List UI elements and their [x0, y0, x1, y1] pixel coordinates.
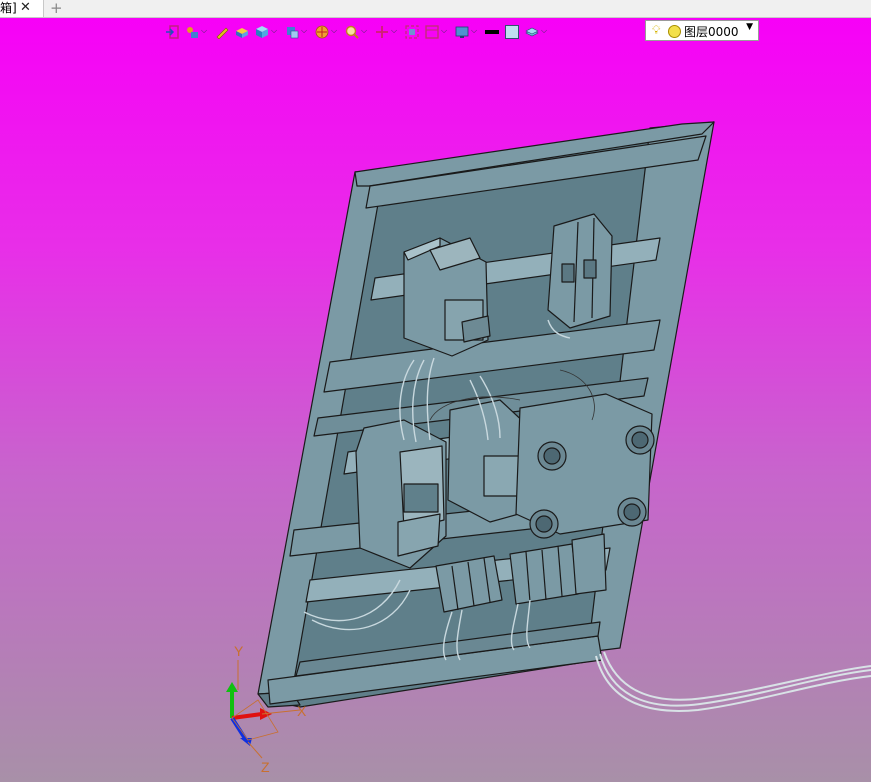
chevron-down-icon[interactable]: ⌵: [471, 24, 480, 38]
fit-view-icon[interactable]: [405, 24, 419, 39]
cable-bundle: [595, 651, 871, 712]
pen-icon[interactable]: [215, 24, 229, 40]
shaded-box-icon[interactable]: [235, 24, 249, 38]
document-tab-label: 箱]: [0, 1, 17, 15]
axis-x-label: X: [297, 703, 307, 719]
section-view-icon[interactable]: [285, 24, 299, 39]
chevron-down-icon[interactable]: ⌵: [271, 24, 280, 38]
cube-icon[interactable]: [255, 24, 269, 38]
display-mode-icon[interactable]: [455, 24, 469, 38]
cad-app: 箱] ✕ + Y X Z ⌵ ⌵ ⌵ ⌵ ⌵ ⌵ ⌵ ⌵ ⌵ 💡︎ 图层0000…: [0, 0, 871, 782]
document-tab[interactable]: 箱] ✕: [0, 0, 44, 17]
chevron-down-icon[interactable]: ⌵: [301, 24, 310, 38]
circuit-breaker-main[interactable]: [403, 237, 491, 357]
chevron-down-icon[interactable]: ⌵: [361, 24, 370, 38]
relay-module-group[interactable]: [515, 393, 655, 539]
chevron-down-icon[interactable]: ⌵: [541, 24, 550, 38]
zoom-icon[interactable]: [345, 24, 359, 39]
dropdown-arrow-icon[interactable]: ▼: [746, 22, 753, 32]
plus-icon[interactable]: +: [50, 0, 63, 17]
circuit-breaker-double[interactable]: [547, 213, 613, 329]
import-icon[interactable]: [165, 24, 179, 39]
chevron-down-icon[interactable]: ⌵: [331, 24, 340, 38]
axis-z-label: Z: [261, 759, 270, 775]
lightbulb-icon[interactable]: 💡︎: [652, 23, 660, 38]
layer-select[interactable]: 💡︎ 图层0000 ▼: [645, 20, 759, 41]
fill-color-icon[interactable]: [505, 24, 519, 39]
view-orient-icon[interactable]: [185, 24, 199, 38]
layer-name: 图层0000: [684, 25, 739, 39]
chevron-down-icon[interactable]: ⌵: [441, 24, 450, 38]
axis-y-label: Y: [234, 643, 244, 659]
view-toolbar: ⌵ ⌵ ⌵ ⌵ ⌵ ⌵ ⌵ ⌵ ⌵: [165, 20, 555, 42]
line-color-icon[interactable]: [485, 24, 499, 38]
chevron-down-icon[interactable]: ⌵: [391, 24, 400, 38]
layer-color-dot: [668, 25, 681, 38]
model-scene[interactable]: Y X Z: [0, 18, 871, 782]
chevron-down-icon[interactable]: ⌵: [201, 24, 210, 38]
terminal-block-small[interactable]: [571, 533, 607, 595]
close-icon[interactable]: ✕: [20, 0, 31, 16]
render-sphere-icon[interactable]: [315, 24, 329, 39]
save-view-icon[interactable]: [425, 24, 439, 39]
terminal-block-right[interactable]: [509, 543, 579, 605]
document-tab-bar: 箱] ✕ +: [0, 0, 871, 18]
pan-icon[interactable]: [375, 24, 389, 38]
layer-tool-icon[interactable]: [525, 24, 539, 38]
contactor-left[interactable]: [355, 419, 447, 569]
